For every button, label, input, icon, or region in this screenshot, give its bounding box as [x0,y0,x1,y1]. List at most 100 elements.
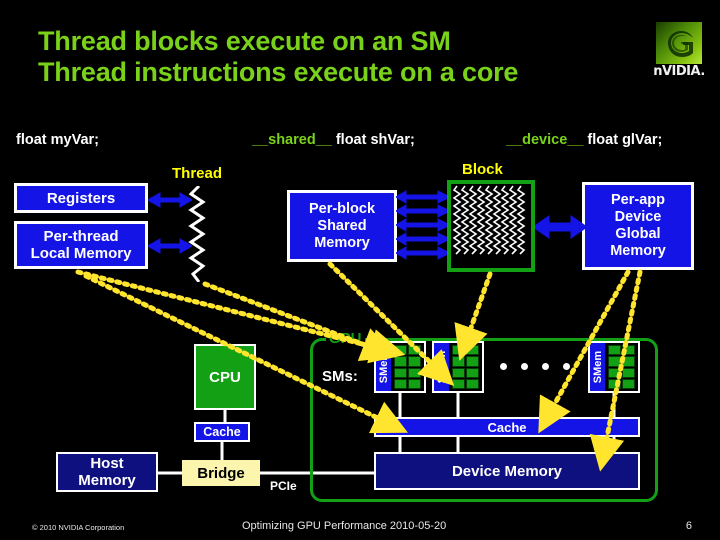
box-global-memory-label: Per-app Device Global Memory [610,192,666,260]
core [608,367,621,378]
sm-smem-label: SMem [435,350,448,384]
arrows-block-shared-memory [396,190,452,260]
core [408,345,421,356]
core [408,356,421,367]
sm-smem-label: SMem [377,350,390,384]
device-memory-label: Device Memory [451,462,563,480]
label-sms: SMs: [322,368,358,385]
box-per-block-shared-memory: Per-block Shared Memory [287,190,397,262]
core [452,356,465,367]
code-device-text: float glVar; [583,132,663,148]
block-of-threads [447,180,535,272]
core [452,378,465,389]
host-memory: Host Memory [56,452,158,492]
cpu-label: CPU [209,368,241,386]
core [394,356,407,367]
core [452,367,465,378]
gpu-cache-label: Cache [487,419,527,435]
local-memory-line-1: Per-thread [43,228,119,245]
core [394,367,407,378]
core [608,378,621,389]
host-memory-line-1: Host [90,455,124,472]
nvidia-logo: nVIDIA. [650,22,708,84]
ellipsis-dot [500,363,507,370]
sm-shared-memory: SMem [434,343,449,391]
host-memory-label: Host Memory [78,455,136,489]
core [622,356,635,367]
label-block: Block [462,161,503,178]
bridge-label: Bridge [197,464,245,482]
core [408,367,421,378]
shared-memory-line-2: Shared [317,217,367,234]
global-memory-line-3: Global [615,226,661,242]
box-per-thread-local-memory: Per-thread Local Memory [14,221,148,269]
nvidia-eye-icon [668,31,693,57]
global-memory-line-4: Memory [610,243,666,259]
title-line-1: Thread blocks execute on an SM [38,26,451,56]
footer-page-number: 6 [685,520,692,532]
slide-canvas: Thread blocks execute on an SM Thread in… [0,0,720,540]
code-decl-device: __device__ float glVar; [506,132,662,148]
box-per-app-device-global-memory: Per-app Device Global Memory [582,182,694,270]
sm-cores [449,343,482,391]
label-pcie: PCIe [270,479,297,493]
core [408,378,421,389]
shared-memory-line-3: Memory [314,234,370,251]
sm-cores [391,343,424,391]
nvidia-wordmark: nVIDIA. [653,64,705,79]
core [466,378,479,389]
sm-unit: SMem [374,341,426,393]
cpu-box: CPU [194,344,256,410]
box-registers-label: Registers [46,189,116,207]
label-thread: Thread [172,165,223,182]
sm-unit: SMem [588,341,640,393]
code-decl-shared: __shared__ float shVar; [252,132,415,148]
core [394,378,407,389]
global-memory-line-1: Per-app [610,192,665,208]
sm-cores [605,343,638,391]
cpu-cache-label: Cache [203,425,241,439]
code-device-keyword: __device__ [506,132,584,148]
local-memory-line-2: Local Memory [30,245,132,262]
label-gpu: GPU [326,330,365,347]
code-decl-thread: float myVar; [16,132,99,148]
ellipsis-dot [542,363,549,370]
title-line-2: Thread instructions execute on a core [38,57,519,87]
code-shared-keyword: __shared__ [252,132,332,148]
core [466,345,479,356]
cpu-cache: Cache [194,422,250,442]
page-title: Thread blocks execute on an SM Thread in… [38,26,638,88]
sm-shared-memory: SMem [590,343,605,391]
code-shared-text: float shVar; [331,132,415,148]
sm-shared-memory: SMem [376,343,391,391]
global-memory-line-2: Device [614,209,662,225]
core [622,378,635,389]
ellipsis-dot [521,363,528,370]
shared-memory-line-1: Per-block [308,200,376,217]
core [466,367,479,378]
gpu-device-memory: Device Memory [374,452,640,490]
box-local-memory-label: Per-thread Local Memory [31,228,132,262]
gpu-cache: Cache [374,417,640,437]
core [452,345,465,356]
arrow-block-global-memory [533,215,587,239]
arrows-thread-memory [148,192,192,254]
sm-ellipsis [500,363,570,370]
core [608,345,621,356]
box-shared-memory-label: Per-block Shared Memory [309,201,375,252]
core [622,345,635,356]
core [394,345,407,356]
core [608,356,621,367]
box-registers: Registers [14,183,148,213]
footer-copyright: © 2010 NVIDIA Corporation [32,523,125,532]
core [622,367,635,378]
core [466,356,479,367]
sm-smem-label: SMem [591,350,604,384]
code-thread-text: float myVar; [16,132,99,148]
footer-center-text: Optimizing GPU Performance 2010-05-20 [242,520,447,532]
block-threads-icon [452,185,526,255]
bridge-box: Bridge [182,460,260,486]
ellipsis-dot [563,363,570,370]
host-memory-line-2: Memory [78,472,136,489]
sm-unit: SMem [432,341,484,393]
